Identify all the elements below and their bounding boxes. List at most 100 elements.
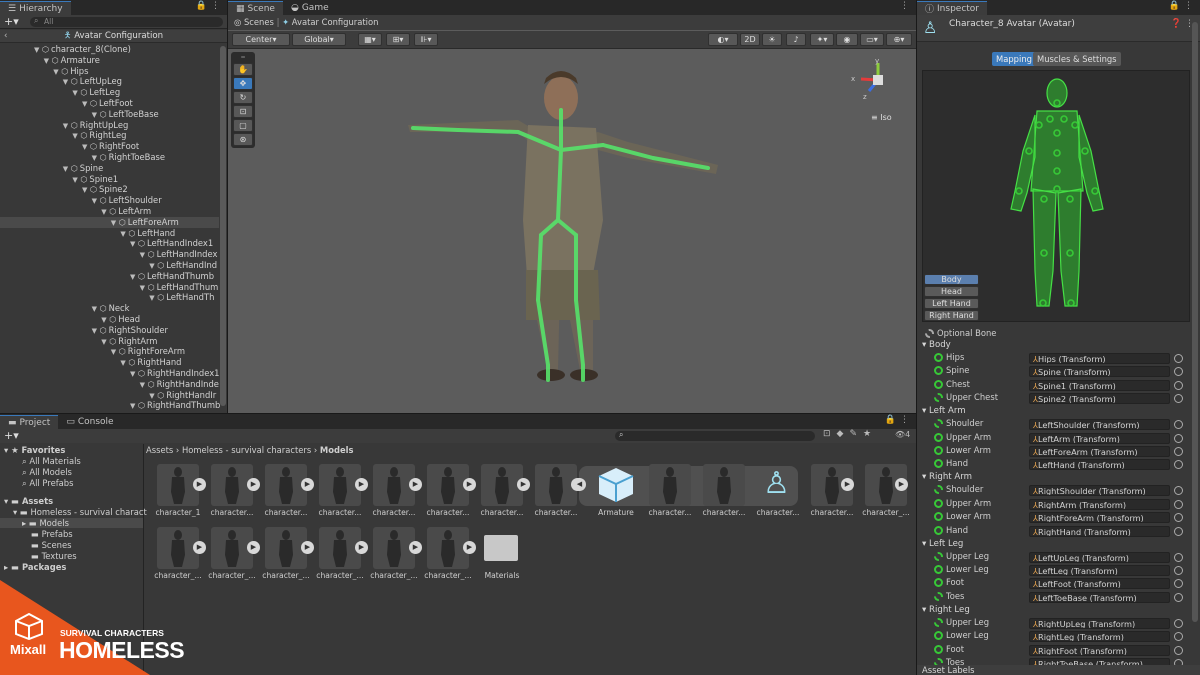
object-picker-icon[interactable]	[1174, 566, 1183, 575]
hierarchy-row[interactable]: ▼ ⬡ Spine	[0, 163, 219, 174]
object-picker-icon[interactable]	[1174, 552, 1183, 562]
expand-asset-icon[interactable]: ▶	[301, 541, 314, 554]
bone-transform-field[interactable]: ⅄Spine (Transform)	[1029, 366, 1170, 378]
hierarchy-row[interactable]: ▼ ⬡ LeftHandTh	[0, 292, 219, 303]
asset-folder-homeless[interactable]: ▾ ▬ Homeless - survival charact	[13, 507, 147, 517]
bone-section-header[interactable]: ▾ Right Leg	[922, 605, 970, 615]
model-asset[interactable]	[649, 464, 691, 506]
effects-button[interactable]: ✦▾	[810, 33, 834, 46]
body-part-button[interactable]: Left Hand	[924, 298, 979, 309]
armature-asset[interactable]	[595, 464, 637, 506]
rotate-tool[interactable]: ↻	[233, 91, 253, 104]
bone-transform-field[interactable]: ⅄LeftFoot (Transform)	[1029, 578, 1170, 590]
gizmos-button[interactable]: ⊕▾	[886, 33, 912, 46]
add-icon[interactable]: +▾	[4, 429, 19, 442]
expand-asset-icon[interactable]: ▶	[517, 478, 530, 491]
folder-asset[interactable]	[481, 527, 523, 569]
back-icon[interactable]: ‹	[4, 30, 7, 43]
collapse-asset-icon[interactable]: ◀	[573, 478, 586, 491]
hierarchy-row[interactable]: ▼ ⬡ LeftFoot	[0, 98, 219, 109]
bone-transform-field[interactable]: ⅄RightHand (Transform)	[1029, 525, 1170, 537]
folder-textures[interactable]: ▬ Textures	[31, 551, 77, 561]
transform-tool[interactable]: ⊛	[233, 133, 253, 146]
object-picker-icon[interactable]	[1174, 526, 1183, 536]
snap-increment-button[interactable]: ⊞▾	[386, 33, 410, 46]
bone-section-header[interactable]: ▾ Body	[922, 340, 951, 350]
fav-all-prefabs[interactable]: ⌕ All Prefabs	[22, 478, 73, 489]
hierarchy-scrollbar[interactable]	[220, 46, 226, 406]
body-part-button[interactable]: Right Hand	[924, 310, 979, 321]
hierarchy-row[interactable]: ▼ ⬡ LeftUpLeg	[0, 76, 219, 87]
bone-section-header[interactable]: ▾ Right Arm	[922, 472, 972, 482]
project-search-input[interactable]: ⌕	[615, 430, 815, 441]
asset-labels-header[interactable]: Asset Labels	[917, 665, 1200, 675]
expand-asset-icon[interactable]: ▶	[895, 478, 908, 491]
hierarchy-row[interactable]: ▼ ⬡ RightHandIndex1	[0, 368, 220, 379]
expand-asset-icon[interactable]: ▶	[247, 478, 260, 491]
expand-asset-icon[interactable]: ▶	[355, 541, 368, 554]
bone-transform-field[interactable]: ⅄Spine1 (Transform)	[1029, 379, 1170, 391]
hierarchy-row[interactable]: ▼ ⬡ RightArm	[0, 336, 219, 347]
pivot-dropdown[interactable]: Center ▾	[232, 33, 290, 46]
model-asset[interactable]	[703, 464, 745, 506]
hierarchy-row[interactable]: ▼ ⬡ RightLeg	[0, 130, 219, 141]
hierarchy-row[interactable]: ▼ ⬡ character_8(Clone)	[0, 44, 219, 55]
object-picker-icon[interactable]	[1174, 499, 1183, 509]
visibility-toggle[interactable]: ◉	[836, 33, 858, 46]
bone-transform-field[interactable]: ⅄LeftHand (Transform)	[1029, 459, 1170, 471]
hierarchy-row[interactable]: ▼ ⬡ LeftToeBase	[0, 109, 219, 120]
tab-console[interactable]: ▭ Console	[58, 415, 122, 429]
expand-asset-icon[interactable]: ▶	[463, 541, 476, 554]
hierarchy-row[interactable]: ▼ ⬡ RightFoot	[0, 141, 219, 152]
panel-menu-icon[interactable]: 🔒⋮	[196, 1, 224, 11]
hierarchy-row[interactable]: ▼ ⬡ RightToeBase	[0, 152, 219, 163]
tab-inspector[interactable]: ⓘ Inspector	[917, 1, 987, 15]
expand-asset-icon[interactable]: ▶	[301, 478, 314, 491]
bone-section-header[interactable]: ▾ Left Arm	[922, 406, 966, 416]
hierarchy-row[interactable]: ▼ ⬡ Spine1	[0, 174, 219, 185]
bone-transform-field[interactable]: ⅄RightUpLeg (Transform)	[1029, 617, 1170, 629]
hierarchy-row[interactable]: ▼ ⬡ LeftHandInd	[0, 260, 219, 271]
bone-transform-field[interactable]: ⅄LeftToeBase (Transform)	[1029, 591, 1170, 603]
inspector-scrollbar[interactable]	[1192, 22, 1198, 622]
hierarchy-row[interactable]: ▼ ⬡ Spine2	[0, 184, 219, 195]
move-tool[interactable]: ✥	[233, 77, 253, 90]
expand-asset-icon[interactable]: ▶	[247, 541, 260, 554]
expand-asset-icon[interactable]: ▶	[193, 478, 206, 491]
bone-transform-field[interactable]: ⅄RightArm (Transform)	[1029, 498, 1170, 510]
bone-transform-field[interactable]: ⅄LeftArm (Transform)	[1029, 432, 1170, 444]
hierarchy-row[interactable]: ▼ ⬡ Head	[0, 314, 219, 325]
snap-settings-button[interactable]: ⊪▾	[414, 33, 438, 46]
expand-arrow-icon[interactable]: ▼	[130, 401, 138, 412]
folder-models[interactable]: ▸ ▬ Models	[0, 518, 143, 528]
hierarchy-row[interactable]: ▼ ⬡ RightForeArm	[0, 346, 219, 357]
hierarchy-row[interactable]: ▼ ⬡ LeftArm	[0, 206, 219, 217]
object-picker-icon[interactable]	[1174, 354, 1183, 363]
tab-scene[interactable]: ▦ Scene	[228, 1, 283, 15]
fav-all-materials[interactable]: ⌕ All Materials	[22, 456, 81, 467]
hierarchy-row[interactable]: ▼ ⬡ Neck	[0, 303, 219, 314]
tab-game[interactable]: ◒ Game	[282, 1, 337, 15]
hierarchy-row[interactable]: ▼ ⬡ LeftForeArm	[0, 216, 219, 228]
bone-transform-field[interactable]: ⅄LeftUpLeg (Transform)	[1029, 551, 1170, 563]
hierarchy-row[interactable]: ▼ ⬡ Hips	[0, 66, 219, 77]
orientation-gizmo[interactable]: y x z ≡ Iso	[843, 55, 901, 125]
audio-toggle[interactable]: ♪	[786, 33, 806, 46]
settings-icon[interactable]: ❓ ⋮	[1171, 19, 1194, 29]
hierarchy-row[interactable]: ▼ ⬡ RightUpLeg	[0, 120, 219, 131]
hierarchy-header[interactable]: ‹ 🯅 Avatar Configuration	[0, 30, 227, 43]
expand-asset-icon[interactable]: ▶	[409, 478, 422, 491]
hierarchy-row[interactable]: ▼ ⬡ RightHandInde	[0, 379, 219, 390]
bone-transform-field[interactable]: ⅄RightLeg (Transform)	[1029, 631, 1170, 643]
folder-prefabs[interactable]: ▬ Prefabs	[31, 529, 73, 539]
lighting-toggle[interactable]: ☀	[762, 33, 782, 46]
body-part-button[interactable]: Body	[924, 274, 979, 285]
muscles-tab[interactable]: Muscles & Settings	[1033, 52, 1121, 66]
assets-folder[interactable]: ▾ ▬ Assets	[4, 496, 53, 506]
bone-transform-field[interactable]: ⅄Hips (Transform)	[1029, 353, 1170, 364]
bone-transform-field[interactable]: ⅄LeftForeArm (Transform)	[1029, 446, 1170, 457]
projection-label[interactable]: ≡ Iso	[871, 113, 892, 122]
bone-transform-field[interactable]: ⅄LeftShoulder (Transform)	[1029, 419, 1170, 431]
bone-transform-field[interactable]: ⅄RightShoulder (Transform)	[1029, 485, 1170, 497]
hierarchy-row[interactable]: ▼ ⬡ Armature	[0, 55, 219, 66]
